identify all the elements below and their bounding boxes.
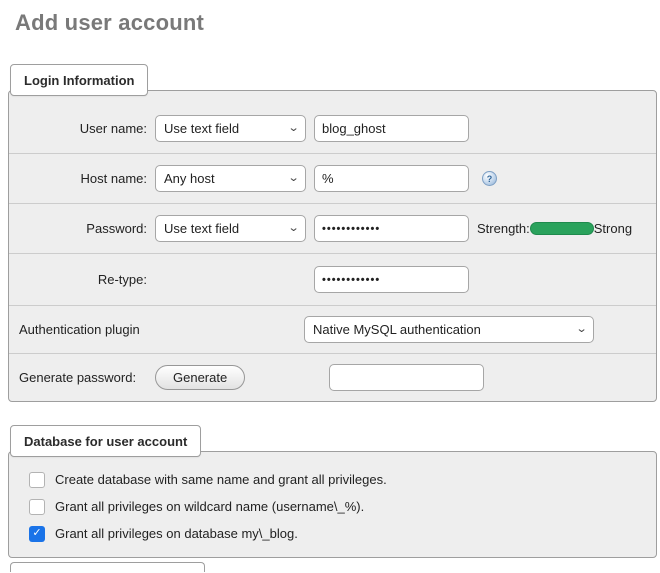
- chevron-down-icon: ⌄: [287, 173, 299, 184]
- hostname-input[interactable]: [314, 165, 469, 192]
- grant-database-label[interactable]: Grant all privileges on database my\_blo…: [55, 526, 298, 541]
- username-label: User name:: [19, 121, 147, 136]
- generated-password-input[interactable]: [329, 364, 484, 391]
- grant-wildcard-label[interactable]: Grant all privileges on wildcard name (u…: [55, 499, 364, 514]
- hostname-row: Host name: Any host ⌄ ?: [9, 153, 656, 203]
- generate-password-label: Generate password:: [19, 370, 147, 385]
- help-icon[interactable]: ?: [482, 171, 497, 186]
- username-type-selected-value: Use text field: [164, 121, 239, 136]
- create-database-checkbox[interactable]: ✓: [29, 472, 45, 488]
- auth-plugin-select[interactable]: Native MySQL authentication ⌄: [304, 316, 594, 343]
- strength-bar: [530, 222, 594, 235]
- password-type-selected-value: Use text field: [164, 221, 239, 236]
- login-information-legend: Login Information: [10, 64, 148, 96]
- username-input[interactable]: [314, 115, 469, 142]
- generate-password-row: Generate password: Generate: [9, 353, 656, 401]
- username-row: User name: Use text field ⌄: [9, 103, 656, 153]
- create-database-option: ✓ Create database with same name and gra…: [9, 466, 656, 493]
- username-type-select[interactable]: Use text field ⌄: [155, 115, 306, 142]
- create-database-label[interactable]: Create database with same name and grant…: [55, 472, 387, 487]
- strength-value: Strong: [594, 221, 632, 236]
- password-row: Password: Use text field ⌄ Strength: Str…: [9, 203, 656, 253]
- chevron-down-icon: ⌄: [287, 223, 299, 234]
- hostname-label: Host name:: [19, 171, 147, 186]
- page-title: Add user account: [15, 10, 660, 36]
- grant-database-option: ✓ Grant all privileges on database my\_b…: [9, 520, 656, 547]
- login-information-fieldset: Login Information User name: Use text fi…: [8, 64, 657, 402]
- password-label: Password:: [19, 221, 147, 236]
- generate-button[interactable]: Generate: [155, 365, 245, 390]
- grant-wildcard-checkbox[interactable]: ✓: [29, 499, 45, 515]
- database-body: ✓ Create database with same name and gra…: [8, 451, 657, 558]
- chevron-down-icon: ⌄: [287, 123, 299, 134]
- checkmark-icon: ✓: [32, 528, 41, 539]
- auth-plugin-row: Authentication plugin Native MySQL authe…: [9, 305, 656, 353]
- retype-row: Re-type:: [9, 253, 656, 305]
- auth-plugin-label: Authentication plugin: [19, 322, 304, 337]
- grant-wildcard-option: ✓ Grant all privileges on wildcard name …: [9, 493, 656, 520]
- add-user-account-page: Add user account Login Information User …: [0, 10, 660, 573]
- login-information-body: User name: Use text field ⌄ Host name: A…: [8, 90, 657, 402]
- password-input[interactable]: [314, 215, 469, 242]
- database-fieldset: Database for user account ✓ Create datab…: [8, 425, 657, 558]
- chevron-down-icon: ⌄: [575, 324, 587, 335]
- retype-password-input[interactable]: [314, 266, 469, 293]
- database-legend: Database for user account: [10, 425, 201, 457]
- strength-label: Strength:: [477, 221, 530, 236]
- password-type-select[interactable]: Use text field ⌄: [155, 215, 306, 242]
- password-strength-meter: Strength: Strong: [477, 221, 632, 236]
- hostname-type-selected-value: Any host: [164, 171, 215, 186]
- next-fieldset-legend-partial: [10, 562, 205, 572]
- auth-plugin-selected-value: Native MySQL authentication: [313, 322, 481, 337]
- retype-label: Re-type:: [19, 272, 147, 287]
- grant-database-checkbox[interactable]: ✓: [29, 526, 45, 542]
- hostname-type-select[interactable]: Any host ⌄: [155, 165, 306, 192]
